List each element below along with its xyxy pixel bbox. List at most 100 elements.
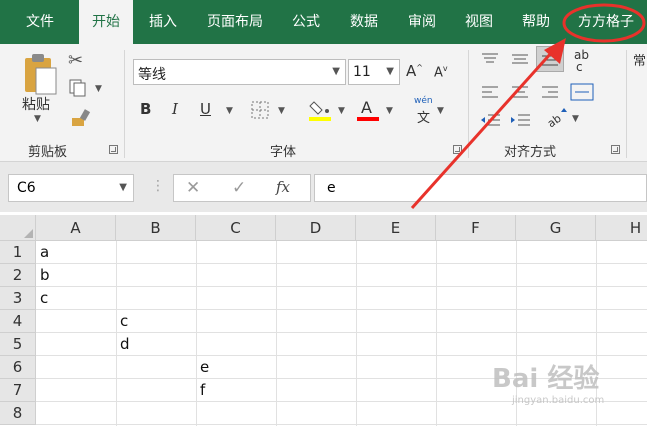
row-header-1[interactable]: 1 [0,241,36,264]
watermark-url: jingyan.baidu.com [512,395,605,406]
select-all-button[interactable] [0,215,36,241]
font-size-combo[interactable]: 11 ▼ [348,59,400,85]
font-color-dropdown-icon[interactable]: ▼ [386,106,393,116]
cell-a2[interactable]: b [40,264,50,287]
formula-buttons: ✕ ✓ fx [173,174,311,202]
decrease-indent-icon[interactable] [480,112,502,128]
row-header-8[interactable]: 8 [0,402,36,425]
orientation-dropdown-icon[interactable]: ▼ [572,114,579,124]
tab-insert[interactable]: 插入 [140,0,186,44]
chevron-down-icon[interactable]: ▼ [332,66,340,77]
middle-align-icon[interactable] [510,52,530,66]
number-format-partial[interactable]: 常 [633,50,646,69]
tab-page-layout[interactable]: 页面布局 [196,0,274,44]
underline-button[interactable]: U [200,100,211,118]
fill-color-dropdown-icon[interactable]: ▼ [338,106,345,116]
gridline [116,241,117,426]
name-box-value: C6 [17,180,36,196]
row-header-2[interactable]: 2 [0,264,36,287]
row-header-5[interactable]: 5 [0,333,36,356]
copy-dropdown-icon[interactable]: ▼ [95,84,102,94]
chevron-down-icon[interactable]: ▼ [119,182,127,193]
cell-c7[interactable]: f [200,379,205,402]
font-name-combo[interactable]: 等线 ▼ [133,59,346,85]
bold-button[interactable]: B [140,100,151,118]
cell-b4[interactable]: c [120,310,128,333]
decrease-font-size-icon[interactable]: Av [434,64,448,80]
copy-icon[interactable] [68,78,88,98]
row-header-7[interactable]: 7 [0,379,36,402]
tab-view[interactable]: 视图 [455,0,503,44]
cell-a1[interactable]: a [40,241,49,264]
row-header-6[interactable]: 6 [0,356,36,379]
align-left-icon[interactable] [480,84,500,100]
clipboard-launcher-icon[interactable] [109,145,118,154]
enter-icon[interactable]: ✓ [232,178,246,198]
row-header-4[interactable]: 4 [0,310,36,333]
paste-dropdown-icon[interactable]: ▼ [34,114,41,124]
increase-indent-icon[interactable] [510,112,532,128]
cell-c6[interactable]: e [200,356,209,379]
increase-font-size-icon[interactable]: A^ [406,62,423,80]
top-align-icon[interactable] [480,52,500,66]
chevron-down-icon[interactable]: ▼ [386,66,394,77]
align-right-icon[interactable] [540,84,560,100]
phonetic-guide-top[interactable]: wén [414,96,433,106]
watermark-logo: Bai 经验 [492,364,600,394]
font-size-value: 11 [353,64,371,80]
fill-color-icon[interactable] [308,96,334,122]
divider [468,50,469,158]
tab-formulas[interactable]: 公式 [282,0,330,44]
align-center-icon[interactable] [510,84,530,100]
formula-input[interactable]: e [314,174,647,202]
formula-value: e [327,180,336,196]
paste-icon[interactable] [22,52,58,96]
tab-file[interactable]: 文件 [10,0,70,44]
gridline [36,263,647,264]
tab-data[interactable]: 数据 [340,0,388,44]
phonetic-guide-icon[interactable]: 文 [417,107,430,126]
font-launcher-icon[interactable] [453,145,462,154]
bottom-align-icon [542,55,558,66]
gridline [436,241,437,426]
divider [124,50,125,158]
tab-help[interactable]: 帮助 [513,0,559,44]
cell-b5[interactable]: d [120,333,130,356]
column-header-f[interactable]: F [436,215,516,241]
column-header-g[interactable]: G [516,215,596,241]
cancel-icon[interactable]: ✕ [186,178,200,198]
borders-dropdown-icon[interactable]: ▼ [278,106,285,116]
gridline [36,286,647,287]
merge-center-icon[interactable] [570,82,596,102]
wrap-text-icon[interactable]: c [576,60,583,74]
tab-home[interactable]: 开始 [79,0,133,46]
font-group-label: 字体 [270,145,297,160]
column-header-e[interactable]: E [356,215,436,241]
name-box[interactable]: C6 ▼ [8,174,134,202]
bottom-align-button[interactable] [536,46,564,72]
column-header-b[interactable]: B [116,215,196,241]
splitter-handle-icon[interactable]: ⋮ [151,178,165,194]
cell-a3[interactable]: c [40,287,48,310]
column-header-a[interactable]: A [36,215,116,241]
orientation-icon[interactable]: ab [545,108,569,130]
paste-label[interactable]: 粘贴 [22,94,50,114]
column-header-h[interactable]: H [596,215,647,241]
cut-icon[interactable]: ✂ [68,50,83,71]
formula-bar: C6 ▼ ⋮ ✕ ✓ fx e [0,162,647,212]
gridline [36,424,647,425]
tab-fangfanggezi[interactable]: 方方格子 [567,0,645,44]
row-header-3[interactable]: 3 [0,287,36,310]
underline-dropdown-icon[interactable]: ▼ [226,106,233,116]
tab-review[interactable]: 审阅 [398,0,446,44]
font-name-value: 等线 [138,67,166,83]
column-header-c[interactable]: C [196,215,276,241]
alignment-launcher-icon[interactable] [611,145,620,154]
font-color-icon[interactable]: A [356,96,382,122]
borders-icon[interactable] [250,100,270,120]
phonetic-dropdown-icon[interactable]: ▼ [437,106,444,116]
column-header-d[interactable]: D [276,215,356,241]
italic-button[interactable]: I [172,100,178,118]
insert-function-icon[interactable]: fx [276,178,290,196]
format-painter-icon[interactable] [70,108,92,128]
